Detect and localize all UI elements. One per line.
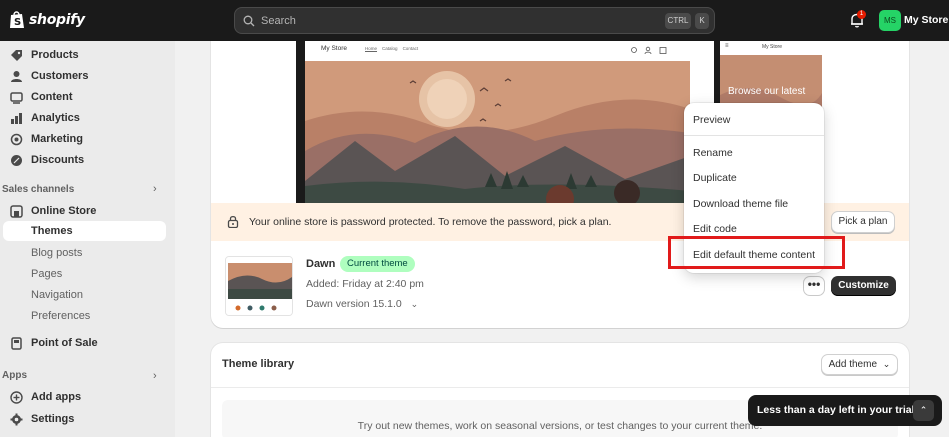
person-icon (11, 70, 22, 82)
sidebar-item-preferences[interactable]: Preferences (3, 306, 90, 326)
sidebar-item-label: Analytics (31, 112, 80, 124)
shortcut-ctrl: CTRL (665, 13, 691, 29)
preview-nav-links: Home Catalog Contact (365, 46, 419, 51)
mobile-preview-heading: Browse our latest (728, 86, 806, 97)
desktop-preview[interactable]: My Store Home Catalog Contact (296, 41, 690, 203)
menu-item-duplicate[interactable]: Duplicate (693, 172, 737, 184)
theme-added-date: Added: Friday at 2:40 pm (306, 278, 424, 290)
mobile-preview-header: My Store ≡ (720, 41, 822, 55)
search-placeholder: Search (261, 14, 296, 27)
sidebar-item-label: Point of Sale (31, 337, 98, 349)
sidebar-item-point-of-sale[interactable]: Point of Sale (3, 333, 98, 353)
pos-icon (11, 336, 22, 350)
sidebar-item-products[interactable]: Products (3, 45, 79, 65)
hero-illustration (305, 61, 690, 203)
search-icon (243, 15, 255, 26)
chevron-right-icon[interactable]: › (153, 370, 157, 382)
sidebar-item-marketing[interactable]: Marketing (3, 129, 83, 149)
sidebar-item-label: Products (31, 49, 79, 61)
preview-store-name: My Store (321, 45, 348, 52)
menu-item-edit-code[interactable]: Edit code (693, 223, 737, 235)
sidebar-item-themes[interactable]: Themes (3, 221, 166, 241)
search-bar[interactable]: Search CTRL K (234, 7, 715, 34)
plus-circle-icon (10, 390, 23, 404)
more-actions-button[interactable]: ••• (803, 276, 825, 296)
gear-icon (10, 413, 23, 425)
preview-header-icons (631, 46, 667, 55)
trial-toast[interactable]: Less than a day left in your trial ⌃ (748, 395, 942, 426)
content-icon (10, 91, 23, 104)
sidebar-item-label: Blog posts (31, 247, 83, 259)
sidebar-item-navigation[interactable]: Navigation (3, 285, 83, 305)
preview-header: My Store Home Catalog Contact (305, 41, 690, 61)
sidebar-item-analytics[interactable]: Analytics (3, 108, 80, 128)
sidebar-item-label: Themes (31, 225, 73, 237)
lock-icon (227, 215, 239, 228)
shopify-logo[interactable]: S shopify (9, 10, 85, 29)
svg-text:S: S (14, 17, 21, 28)
theme-version[interactable]: Dawn version 15.1.0 ⌄ (306, 298, 418, 310)
sidebar-item-label: Settings (31, 413, 75, 425)
sidebar-item-blog-posts[interactable]: Blog posts (3, 243, 82, 263)
chevron-right-icon[interactable]: › (153, 183, 157, 195)
store-name[interactable]: My Store (904, 14, 948, 26)
sidebar: Products Customers Content Analytics Mar… (0, 41, 175, 437)
add-theme-button[interactable]: Add theme ⌄ (821, 354, 898, 375)
banner-message: Your online store is password protected.… (249, 216, 612, 228)
theme-name: Dawn (306, 258, 336, 270)
menu-divider (684, 135, 824, 136)
discount-icon (11, 154, 22, 166)
sidebar-item-label: Marketing (31, 133, 83, 145)
highlight-annotation (668, 236, 845, 269)
sidebar-item-customers[interactable]: Customers (3, 66, 88, 86)
notification-badge: 1 (857, 10, 866, 19)
menu-item-preview[interactable]: Preview (693, 114, 730, 126)
chevron-down-icon: ⌄ (410, 299, 419, 309)
divider (211, 387, 909, 388)
theme-version-label: Dawn version 15.1.0 (306, 298, 402, 310)
sidebar-item-pages[interactable]: Pages (3, 264, 62, 284)
target-icon (10, 133, 23, 145)
store-avatar[interactable]: MS (879, 10, 901, 31)
sales-channels-heading: Sales channels (2, 184, 75, 195)
theme-thumbnail-image (226, 257, 292, 315)
hamburger-icon: ≡ (725, 43, 729, 49)
sidebar-item-content[interactable]: Content (3, 87, 73, 107)
sidebar-item-online-store[interactable]: Online Store (3, 201, 96, 221)
sidebar-item-label: Navigation (31, 289, 83, 301)
sidebar-item-label: Content (31, 91, 73, 103)
sidebar-item-add-apps[interactable]: Add apps (3, 387, 81, 407)
pick-a-plan-button[interactable]: Pick a plan (831, 211, 895, 233)
sidebar-item-discounts[interactable]: Discounts (3, 150, 84, 170)
sidebar-item-label: Customers (31, 70, 89, 82)
chart-icon (11, 112, 22, 124)
sidebar-item-label: Add apps (31, 391, 82, 403)
top-bar: S shopify Search CTRL K 1 MS My Store (0, 0, 949, 41)
current-theme-badge: Current theme (340, 256, 415, 272)
theme-library-title: Theme library (222, 358, 295, 370)
sidebar-item-label: Preferences (31, 310, 91, 322)
mobile-preview-store: My Store (762, 44, 783, 50)
sidebar-item-label: Pages (31, 268, 63, 280)
tag-icon (11, 49, 22, 61)
menu-item-rename[interactable]: Rename (693, 147, 733, 159)
add-theme-label: Add theme (828, 359, 878, 370)
chevron-down-icon: ⌄ (882, 359, 891, 369)
shopify-bag-icon: S (10, 11, 24, 28)
apps-heading: Apps (2, 370, 27, 381)
store-icon (10, 204, 23, 218)
trial-toast-text: Less than a day left in your trial (757, 404, 915, 416)
brand-name: shopify (29, 11, 85, 28)
menu-item-download-theme-file[interactable]: Download theme file (693, 198, 788, 210)
sidebar-item-label: Online Store (31, 205, 97, 217)
theme-thumbnail[interactable] (225, 256, 293, 316)
shortcut-k: K (695, 13, 709, 29)
sidebar-item-settings[interactable]: Settings (3, 409, 74, 429)
chevron-up-icon[interactable]: ⌃ (913, 400, 934, 421)
customize-button[interactable]: Customize (831, 276, 896, 296)
sidebar-item-label: Discounts (31, 154, 85, 166)
